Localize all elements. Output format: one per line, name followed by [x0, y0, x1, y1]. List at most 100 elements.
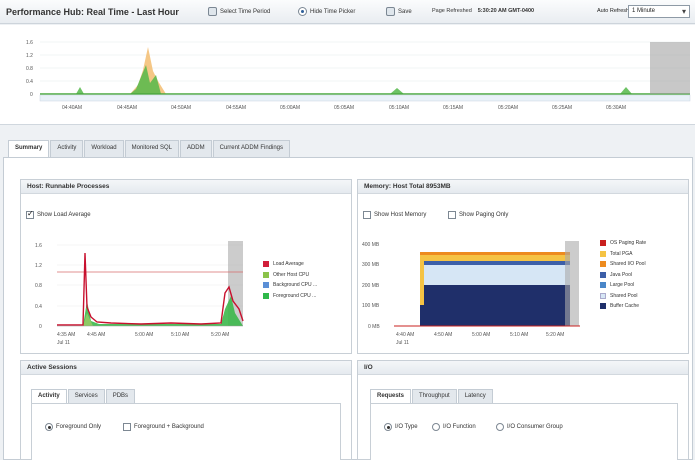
timeline-svg[interactable]: 1.6 1.2 0.8 0.4 0 04:40AM 04:45AM 04:50A…	[0, 25, 695, 125]
show-load-average-checkbox[interactable]: Show Load Average	[26, 209, 91, 219]
legend-swatch	[600, 250, 606, 257]
legend-item[interactable]: Load Average	[263, 259, 317, 270]
legend-item[interactable]: OS Paging Rate	[600, 238, 646, 249]
checkbox-icon	[123, 423, 131, 431]
memory-selection-window	[565, 241, 579, 326]
host-x-tick: 4:45 AM	[87, 332, 105, 338]
legend-item[interactable]: Other Host CPU	[263, 270, 317, 281]
memory-x-tick: 5:10 AM	[510, 332, 528, 338]
show-load-average-label: Show Load Average	[37, 212, 91, 218]
foreground-only-label: Foreground Only	[56, 424, 102, 430]
tab-addm[interactable]: ADDM	[179, 140, 212, 157]
save-label: Save	[398, 8, 412, 15]
legend-label: Shared Pool	[610, 292, 638, 299]
legend-item[interactable]: Buffer Cache	[600, 301, 646, 312]
tab-activity[interactable]: Activity	[50, 140, 84, 157]
timeline-selection-window[interactable]	[650, 42, 690, 94]
legend-label: Other Host CPU	[273, 271, 310, 278]
hide-time-picker-button[interactable]: Hide Time Picker	[298, 7, 355, 16]
timeline-y-tick: 0.8	[26, 66, 33, 72]
radio-icon	[432, 423, 440, 431]
host-x-tick: 5:10 AM	[171, 332, 189, 338]
memory-area-buffer-cache	[420, 285, 570, 326]
page-refreshed-label: Page Refreshed	[432, 8, 472, 14]
legend-label: Foreground CPU ...	[273, 292, 317, 299]
memory-x-tick: 5:00 AM	[472, 332, 490, 338]
legend-item[interactable]: Background CPU ...	[263, 280, 317, 291]
timeline-x-tick: 05:05AM	[334, 105, 354, 111]
memory-y-tick: 200 MB	[362, 283, 380, 289]
auto-refresh-select[interactable]: 1 Minute	[628, 5, 690, 18]
legend-label: Shared I/O Pool	[610, 261, 646, 268]
calendar-icon	[208, 7, 217, 16]
legend-label: Total PGA	[610, 250, 633, 257]
legend-item[interactable]: Total PGA	[600, 249, 646, 260]
memory-panel: Memory: Host Total 8953MB Show Host Memo…	[357, 179, 689, 354]
legend-swatch	[263, 292, 269, 299]
tab-io-requests[interactable]: Requests	[370, 389, 412, 403]
legend-swatch	[600, 292, 606, 299]
legend-item[interactable]: Java Pool	[600, 270, 646, 281]
host-y-ticks: 1.6 1.2 0.8 0.4 0	[35, 243, 42, 330]
legend-swatch	[263, 282, 269, 289]
main-tabs: Summary Activity Workload Monitored SQL …	[8, 140, 291, 158]
timeline-x-tick: 05:15AM	[443, 105, 463, 111]
io-tabs: Requests Throughput Latency	[370, 389, 494, 403]
timeline-area-green	[40, 65, 690, 94]
memory-area-java-pool	[420, 261, 570, 265]
tab-io-throughput[interactable]: Throughput	[412, 389, 457, 403]
show-host-memory-checkbox[interactable]: Show Host Memory	[363, 211, 426, 219]
memory-y-tick: 400 MB	[362, 242, 380, 248]
memory-y-tick: 300 MB	[362, 262, 380, 268]
tab-monitored-sql[interactable]: Monitored SQL	[124, 140, 179, 157]
io-consumer-group-label: I/O Consumer Group	[507, 424, 563, 430]
legend-swatch	[263, 271, 269, 278]
legend-item[interactable]: Foreground CPU ...	[263, 291, 317, 302]
active-sessions-tabs: Activity Services PDBs	[31, 389, 136, 403]
memory-y-ticks: 400 MB 300 MB 200 MB 100 MB 0 MB	[362, 242, 380, 330]
memory-panel-title: Memory: Host Total 8953MB	[358, 180, 688, 194]
io-panel-title: I/O	[358, 361, 688, 375]
host-y-tick: 0	[39, 324, 42, 330]
host-x-tick: 4:35 AM	[57, 332, 75, 338]
host-x-tick: 5:20 AM	[211, 332, 229, 338]
select-time-period-button[interactable]: Select Time Period	[208, 7, 270, 16]
memory-x-ticks: 4:40 AM 4:50 AM 5:00 AM 5:10 AM 5:20 AM …	[396, 332, 564, 346]
page-refreshed: Page Refreshed 5:30:20 AM GMT-0400	[432, 8, 534, 14]
time-picker-chart[interactable]: 1.6 1.2 0.8 0.4 0 04:40AM 04:45AM 04:50A…	[0, 25, 695, 125]
host-y-tick: 0.4	[35, 304, 42, 310]
io-type-radio[interactable]: I/O Type	[384, 423, 418, 431]
radio-icon	[45, 423, 53, 431]
show-paging-only-label: Show Paging Only	[459, 212, 509, 218]
active-sessions-panel: Active Sessions Activity Services PDBs F…	[20, 360, 352, 460]
time-picker-icon	[298, 7, 307, 16]
tab-sessions-activity[interactable]: Activity	[31, 389, 67, 403]
save-button[interactable]: Save	[386, 7, 412, 16]
foreground-background-checkbox[interactable]: Foreground + Background	[123, 423, 204, 431]
timeline-x-tick: 05:25AM	[552, 105, 572, 111]
tab-sessions-pdbs[interactable]: PDBs	[105, 389, 136, 403]
tab-current-addm-findings[interactable]: Current ADDM Findings	[212, 140, 290, 157]
tab-sessions-services[interactable]: Services	[67, 389, 105, 403]
timeline-x-tick: 04:45AM	[117, 105, 137, 111]
legend-item[interactable]: Large Pool	[600, 280, 646, 291]
legend-swatch	[263, 261, 269, 268]
show-host-memory-label: Show Host Memory	[374, 212, 427, 218]
legend-swatch	[600, 261, 606, 268]
legend-item[interactable]: Shared Pool	[600, 291, 646, 302]
top-toolbar: Performance Hub: Real Time - Last Hour S…	[0, 0, 695, 24]
legend-swatch	[600, 303, 606, 310]
timeline-x-tick: 05:00AM	[280, 105, 300, 111]
timeline-x-tick: 05:10AM	[389, 105, 409, 111]
show-paging-only-checkbox[interactable]: Show Paging Only	[448, 211, 508, 219]
tab-io-latency[interactable]: Latency	[457, 389, 493, 403]
tab-summary[interactable]: Summary	[8, 140, 50, 158]
io-function-radio[interactable]: I/O Function	[432, 423, 476, 431]
foreground-only-radio[interactable]: Foreground Only	[45, 423, 101, 431]
legend-item[interactable]: Shared I/O Pool	[600, 259, 646, 270]
host-y-tick: 0.8	[35, 283, 42, 289]
tab-workload[interactable]: Workload	[84, 140, 124, 157]
memory-x-tick: 4:40 AM	[396, 332, 414, 338]
legend-label: Load Average	[273, 261, 304, 268]
io-consumer-group-radio[interactable]: I/O Consumer Group	[496, 423, 563, 431]
